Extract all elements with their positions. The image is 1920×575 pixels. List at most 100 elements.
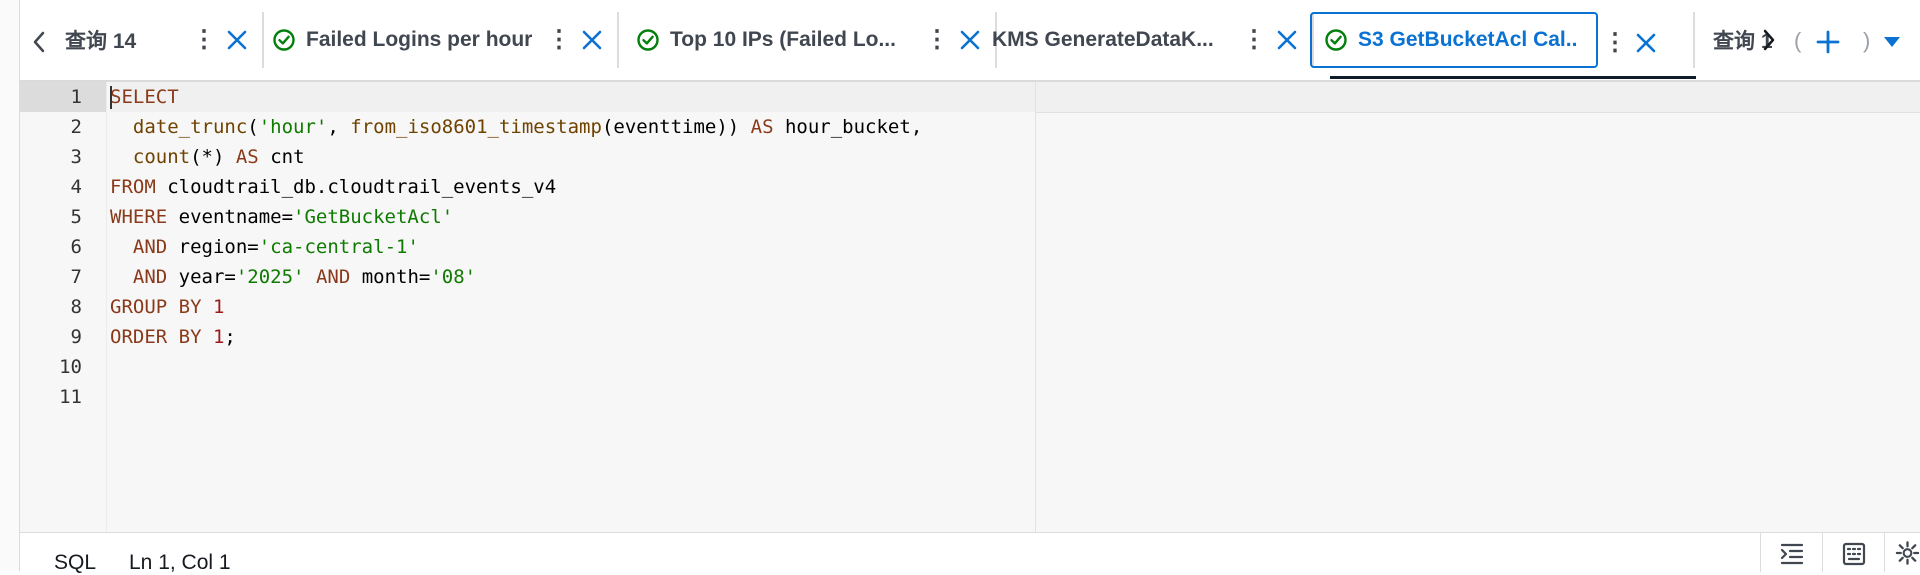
code-token: (eventtime)) <box>601 116 751 138</box>
add-tab-bracket-left: ( <box>1794 28 1802 53</box>
code-token: date_trunc <box>132 116 248 138</box>
code-token: month= <box>350 266 431 288</box>
code-token: 1 <box>212 296 225 318</box>
tab-options-icon[interactable]: ⋮ <box>547 28 571 52</box>
line-number: 9 <box>70 326 82 348</box>
gear-icon <box>1895 540 1920 565</box>
code-token: GROUP BY <box>110 296 202 318</box>
format-button[interactable] <box>1760 533 1823 572</box>
code-token: cnt <box>258 146 305 168</box>
chevron-right-icon <box>1763 29 1775 51</box>
code-line: WHERE eventname='GetBucketAcl' <box>110 202 453 232</box>
plus-icon <box>1816 30 1840 54</box>
line-number: 6 <box>70 236 82 258</box>
tab-options-icon[interactable]: ⋮ <box>192 28 216 52</box>
settings-button[interactable] <box>1884 533 1920 572</box>
line-number: 10 <box>59 356 82 378</box>
close-icon[interactable] <box>1635 32 1657 54</box>
tab-label: Top 10 IPs (Failed Lo... <box>670 28 896 51</box>
query-tab-active[interactable]: S3 GetBucketAcl Cal... <box>1310 12 1598 68</box>
code-token: AS <box>750 116 774 138</box>
check-circle-icon <box>1325 29 1347 51</box>
line-number: 11 <box>59 386 82 408</box>
line-number: 4 <box>70 176 82 198</box>
line-number-gutter: 1 2 3 4 5 6 7 8 9 10 11 <box>20 82 107 532</box>
code-line: AND region='ca-central-1' <box>110 232 419 262</box>
caret-down-icon <box>1884 37 1900 47</box>
tab-label: KMS GenerateDataK... <box>992 28 1214 51</box>
code-line: SELECT <box>110 82 179 112</box>
code-token: region= <box>167 236 259 258</box>
code-line: count(*) AS cnt <box>110 142 305 172</box>
cursor-position: Ln 1, Col 1 <box>129 551 231 574</box>
close-icon[interactable] <box>959 29 981 51</box>
query-tab[interactable]: KMS GenerateDataK... ⋮ <box>992 12 1314 68</box>
code-line: AND year='2025' AND month='08' <box>110 262 476 292</box>
tab-label: Failed Logins per hour <box>306 28 533 51</box>
tab-label: S3 GetBucketAcl Cal... <box>1358 28 1578 51</box>
code-token: (*) <box>190 146 236 168</box>
editor-split-divider <box>1035 82 1036 532</box>
query-tab[interactable]: 查询 1 <box>1693 12 1797 68</box>
code-token: SELECT <box>110 86 179 108</box>
check-circle-icon <box>273 29 295 51</box>
close-icon[interactable] <box>581 29 603 51</box>
language-indicator: SQL <box>54 551 97 574</box>
query-tab-bar: 查询 14 ⋮ Failed Logins per hour ⋮ Top 10 … <box>20 0 1920 82</box>
query-tab[interactable]: Top 10 IPs (Failed Lo... ⋮ <box>636 12 997 68</box>
code-line: ORDER BY 1; <box>110 322 236 352</box>
query-tab[interactable]: Failed Logins per hour ⋮ <box>272 12 619 68</box>
code-token: hour_bucket, <box>773 116 923 138</box>
add-tab-bracket-right: ) <box>1863 28 1871 53</box>
chevron-left-icon <box>33 31 45 53</box>
tab-options-icon[interactable]: ⋮ <box>925 28 949 52</box>
code-token: ORDER BY <box>110 326 202 348</box>
tab-options-icon[interactable]: ⋮ <box>1242 28 1266 52</box>
line-number: 8 <box>70 296 82 318</box>
code-token: eventname= <box>167 206 294 228</box>
query-tab[interactable]: 查询 14 ⋮ <box>65 12 264 68</box>
code-token: AND <box>315 266 351 288</box>
line-number: 3 <box>70 146 82 168</box>
code-token: 'hour' <box>258 116 328 138</box>
line-number: 2 <box>70 116 82 138</box>
code-token: AS <box>235 146 259 168</box>
sql-editor[interactable]: 1 2 3 4 5 6 7 8 9 10 11 SELECT date_trunc('hour', … <box>20 82 1920 532</box>
keyboard-icon <box>1842 542 1866 565</box>
code-token: count <box>132 146 191 168</box>
line-number: 5 <box>70 206 82 228</box>
keyboard-shortcuts-button[interactable] <box>1822 533 1885 572</box>
code-line: GROUP BY 1 <box>110 292 224 322</box>
code-token: '2025' <box>235 266 305 288</box>
text-cursor <box>110 86 112 109</box>
code-token: 1 <box>212 326 225 348</box>
close-icon[interactable] <box>226 29 248 51</box>
code-token: 'GetBucketAcl' <box>293 206 454 228</box>
code-token: cloudtrail_db.cloudtrail_events_v4 <box>155 176 557 198</box>
code-area[interactable]: SELECT date_trunc('hour', from_iso8601_t… <box>110 82 1920 532</box>
left-panel-edge <box>0 0 20 571</box>
code-token: WHERE <box>110 206 168 228</box>
scroll-tabs-right-button[interactable] <box>1762 12 1776 68</box>
indent-icon <box>1780 543 1804 564</box>
tabs-menu-button[interactable] <box>1882 32 1902 52</box>
add-tab-button[interactable] <box>1814 28 1842 56</box>
editor-right-pane-line <box>1036 112 1920 113</box>
close-icon[interactable] <box>1276 29 1298 51</box>
tab-label: 查询 14 <box>65 30 137 53</box>
code-token: AND <box>132 266 168 288</box>
code-token: ( <box>247 116 259 138</box>
line-number: 7 <box>70 266 82 288</box>
code-token: '08' <box>430 266 477 288</box>
tab-options-icon[interactable]: ⋮ <box>1603 28 1627 57</box>
scroll-tabs-left-button[interactable] <box>20 22 58 62</box>
code-line: FROM cloudtrail_db.cloudtrail_events_v4 <box>110 172 556 202</box>
code-token: year= <box>167 266 236 288</box>
